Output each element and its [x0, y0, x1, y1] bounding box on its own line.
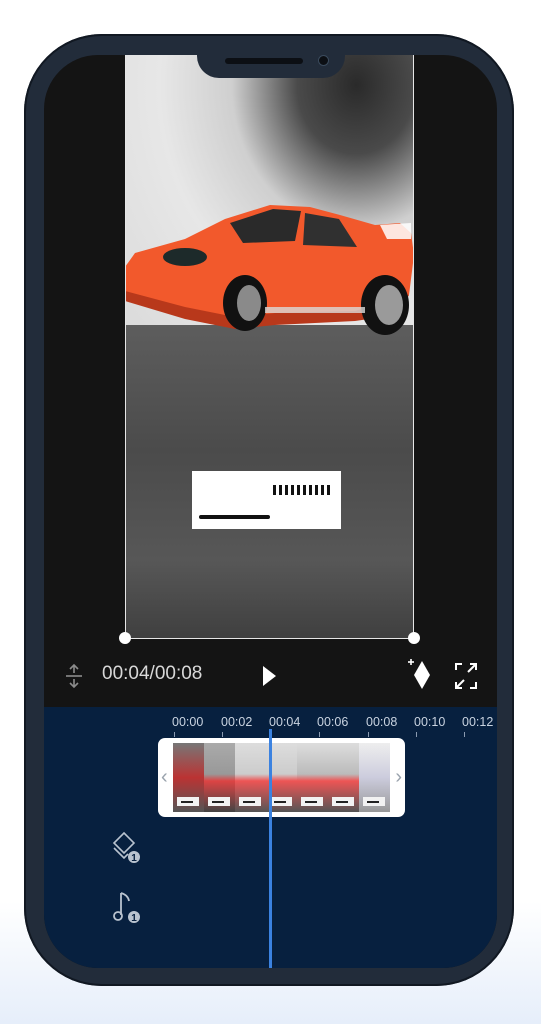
playback-controls: 00:04/00:08 [44, 645, 497, 707]
layers-icon: 1 [112, 831, 140, 864]
video-clip[interactable]: ‹ › [158, 738, 405, 817]
trim-left-handle[interactable]: ‹ [161, 766, 168, 789]
playback-time: 00:04/00:08 [102, 663, 203, 684]
ruler-tick [416, 732, 417, 737]
fullscreen-icon [455, 663, 477, 689]
play-icon [263, 666, 276, 686]
overlay-layer-button[interactable]: 1 [112, 831, 142, 870]
ruler-label: 00:00 [172, 715, 204, 729]
car-image [125, 205, 414, 335]
overlay-underline-graphic [199, 515, 270, 519]
ruler-tick [174, 732, 175, 737]
clip-thumbnail [297, 743, 328, 812]
ruler-label: 00:10 [414, 715, 446, 729]
ruler-label: 00:04 [269, 715, 301, 729]
clip-thumbnail [204, 743, 235, 812]
play-button[interactable] [259, 663, 279, 689]
ruler-tick [319, 732, 320, 737]
ruler-tick [368, 732, 369, 737]
phone-notch [197, 52, 345, 78]
crop-handle-left[interactable] [119, 632, 131, 644]
timeline-playhead[interactable] [269, 729, 272, 968]
ruler-tick [464, 732, 465, 737]
keyframe-button[interactable] [407, 655, 433, 691]
ruler-label: 00:02 [221, 715, 253, 729]
crop-handle-right[interactable] [408, 632, 420, 644]
front-camera [318, 55, 329, 66]
split-vertical-arrows-icon[interactable] [62, 663, 86, 689]
clip-thumbnails [173, 743, 390, 812]
audio-count-badge: 1 [131, 913, 137, 924]
ruler-label: 00:12 [462, 715, 494, 729]
overlay-count-badge: 1 [131, 853, 137, 864]
overlay-barcode-graphic [273, 485, 333, 495]
clip-thumbnail [173, 743, 204, 812]
ruler-label: 00:08 [366, 715, 398, 729]
keyframe-add-icon [408, 659, 430, 689]
text-overlay-sticker[interactable] [192, 471, 341, 529]
clip-thumbnail [235, 743, 266, 812]
video-preview[interactable] [125, 55, 414, 639]
speaker-grille [225, 58, 303, 64]
trim-right-handle[interactable]: › [395, 766, 402, 789]
ruler-label: 00:06 [317, 715, 349, 729]
ruler-tick [222, 732, 223, 737]
clip-thumbnail [328, 743, 359, 812]
audio-layer-button[interactable]: 1 [112, 889, 142, 930]
clip-thumbnail [359, 743, 390, 812]
fullscreen-button[interactable] [453, 661, 479, 691]
app-screen: 00:04/00:08 00:00 00:02 00:04 00:06 00:0… [44, 55, 497, 968]
music-note-icon: 1 [113, 892, 140, 924]
